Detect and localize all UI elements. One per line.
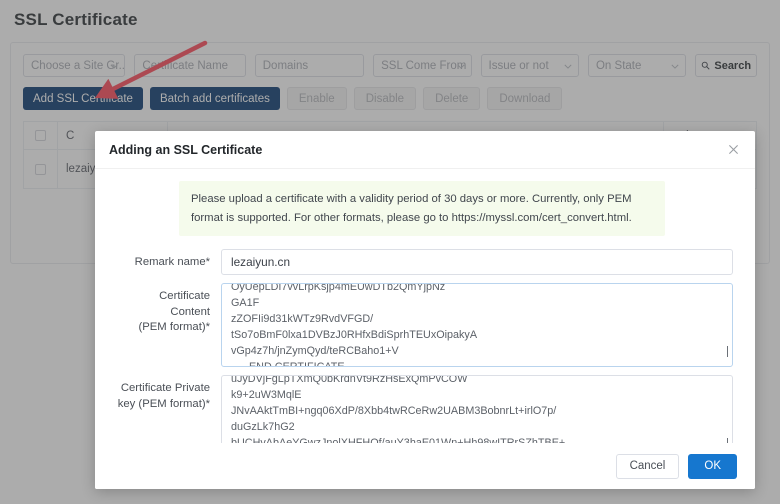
dialog-body: Please upload a certificate with a valid… [95,169,755,443]
certificate-form: Remark name* Certificate Content (PEM fo… [117,249,733,443]
private-key-label: Certificate Private key (PEM format)* [117,382,210,410]
text-cursor [727,346,728,358]
dialog-header: Adding an SSL Certificate [95,131,755,169]
field-remark-name: Remark name* [117,249,733,276]
dialog-title: Adding an SSL Certificate [109,142,263,157]
field-private-key: Certificate Private key (PEM format)* uJ… [117,375,733,443]
dialog-footer: Cancel OK [95,443,755,489]
add-ssl-certificate-dialog: Adding an SSL Certificate Please upload … [95,131,755,489]
upload-notice: Please upload a certificate with a valid… [179,181,665,237]
cancel-button[interactable]: Cancel [615,453,680,479]
remark-name-input[interactable] [221,249,733,276]
certificate-content-textarea[interactable]: OyUepLDI7vvLrpKsjp4mEUwDTb2QmYjpNz GA1F … [221,283,733,368]
remark-name-label: Remark name* [134,256,210,269]
private-key-text: uJyDVjFgLpTXmQ0bKrdnVt9RzHsExQmPvCOW k9+… [231,375,565,443]
text-cursor [727,438,728,443]
app-root: SSL Certificate Choose a Site Gr... Cert… [0,0,780,504]
certificate-content-label: Certificate Content (PEM format)* [138,290,210,333]
close-icon[interactable] [725,142,741,158]
field-certificate-content: Certificate Content (PEM format)* OyUepL… [117,283,733,368]
private-key-textarea[interactable]: uJyDVjFgLpTXmQ0bKrdnVt9RzHsExQmPvCOW k9+… [221,375,733,443]
certificate-content-text: OyUepLDI7vvLrpKsjp4mEUwDTb2QmYjpNz GA1F … [231,283,478,368]
ok-button[interactable]: OK [688,453,737,479]
